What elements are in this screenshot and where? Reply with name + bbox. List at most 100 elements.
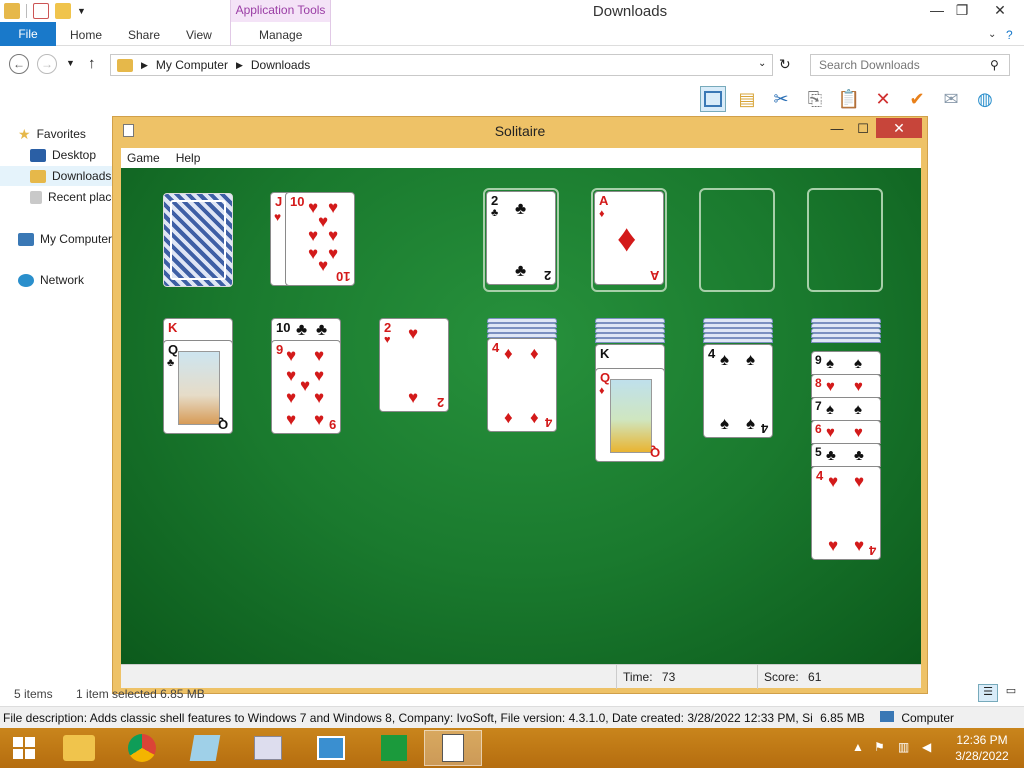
network-tray-icon[interactable]: ▥: [898, 740, 909, 754]
card-pip: ♥: [308, 198, 319, 217]
ribbon-expand-icon[interactable]: ⌄: [988, 22, 996, 46]
taskbar-store[interactable]: [365, 730, 423, 766]
card-pip: ♥: [854, 424, 863, 441]
card-suit: ♦: [599, 385, 605, 397]
tab-file[interactable]: File: [0, 22, 56, 46]
taskbar-chrome[interactable]: [113, 730, 171, 766]
taskbar-file-explorer[interactable]: [50, 730, 108, 766]
tableau-7-eight-hearts: 8 ♥ ♥: [811, 374, 881, 398]
remote-desktop-icon: [317, 736, 345, 760]
tab-home[interactable]: Home: [70, 22, 102, 46]
navigation-pane-icon[interactable]: [700, 86, 726, 112]
help-icon[interactable]: ?: [1006, 22, 1013, 46]
volume-icon[interactable]: ◀: [922, 740, 931, 754]
maximize-button[interactable]: ❐: [947, 0, 977, 22]
clock[interactable]: 12:36 PM 3/28/2022: [950, 732, 1014, 764]
tableau-7-four-hearts[interactable]: 4 ♥ ♥ ♥ ♥ 4: [811, 466, 881, 560]
properties-icon[interactable]: [33, 3, 49, 19]
waste-card-ten-hearts[interactable]: 10 ♥ ♥ ♥ ♥ ♥ ♥ ♥ ♥ 10: [285, 192, 355, 286]
taskbar-resource-monitor[interactable]: [239, 730, 297, 766]
address-dropdown-icon[interactable]: ⌄: [758, 58, 766, 69]
solitaire-maximize-button[interactable]: ☐: [849, 119, 877, 139]
recent-places-icon: [30, 190, 42, 204]
refresh-icon[interactable]: ↻: [779, 56, 791, 73]
tableau-3-two-hearts[interactable]: 2 ♥ ♥ ♥ 2: [379, 318, 449, 412]
network-icon: [18, 273, 34, 287]
up-button[interactable]: ↑: [88, 55, 96, 72]
back-button[interactable]: ←: [9, 54, 29, 74]
nav-downloads[interactable]: Downloads: [0, 166, 112, 186]
nav-network[interactable]: Network: [18, 270, 112, 290]
paste-icon[interactable]: 📋: [836, 86, 862, 112]
foundation-3[interactable]: [699, 188, 775, 292]
action-center-icon[interactable]: ⚑: [874, 740, 885, 754]
nav-my-computer[interactable]: My Computer: [18, 229, 112, 249]
qat-dropdown-icon[interactable]: ▼: [77, 6, 86, 16]
details-view-icon[interactable]: ☰: [978, 684, 998, 702]
email-icon[interactable]: ✉: [938, 86, 964, 112]
card-pip: ♠: [746, 350, 756, 369]
breadcrumb-my-computer[interactable]: My Computer: [156, 58, 228, 72]
game-felt[interactable]: J ♥ 10 ♥ ♥ ♥ ♥ ♥ ♥ ♥ ♥ 10 2 ♣ ♣ ♣ 2 A ♦: [121, 168, 921, 664]
tab-manage[interactable]: Manage: [259, 22, 302, 46]
card-pip: ♥: [308, 226, 319, 245]
file-explorer-icon: [63, 735, 95, 761]
share-globe-icon[interactable]: ◍: [972, 86, 998, 112]
card-rank: 4: [544, 415, 552, 430]
solitaire-menubar: Game Help: [121, 148, 921, 168]
tableau-5-queen-diamonds[interactable]: Q ♦ Q: [595, 368, 665, 462]
start-button[interactable]: [0, 730, 48, 766]
notepad-icon: [189, 735, 221, 761]
card-pip: ♦: [599, 208, 605, 220]
menu-help[interactable]: Help: [176, 148, 201, 168]
card-pip: ♥: [384, 334, 391, 346]
folder-options-icon[interactable]: ▤: [734, 86, 760, 112]
tray-overflow-icon[interactable]: ▲: [852, 740, 864, 754]
address-bar[interactable]: ▶ My Computer ▶ Downloads: [110, 54, 773, 76]
card-pip: ♠: [826, 401, 834, 418]
card-pip: ♥: [318, 256, 329, 275]
time-label: Time:: [623, 670, 653, 684]
properties-check-icon[interactable]: ✔: [904, 86, 930, 112]
large-icons-view-icon[interactable]: ▭: [1002, 684, 1020, 702]
delete-icon[interactable]: ✕: [870, 86, 896, 112]
card-pip: ♠: [720, 414, 730, 433]
solitaire-icon: [442, 734, 464, 762]
card-rank: 4: [492, 340, 500, 355]
taskbar-solitaire[interactable]: [424, 730, 482, 766]
menu-game[interactable]: Game: [127, 148, 160, 168]
tableau-1-queen-clubs[interactable]: Q ♣ Q: [163, 340, 233, 434]
solitaire-minimize-button[interactable]: —: [823, 119, 851, 139]
copy-icon[interactable]: ⎘: [802, 86, 828, 112]
tableau-6-four-spades[interactable]: 4 ♠ ♠ ♠ ♠ 4: [703, 344, 773, 438]
tableau-4-four-diamonds[interactable]: 4 ♦ ♦ ♦ ♦ 4: [487, 338, 557, 432]
time-display: Time: 73: [616, 665, 758, 689]
taskbar-remote-desktop[interactable]: [302, 730, 360, 766]
tab-view[interactable]: View: [186, 22, 212, 46]
tableau-2-nine-hearts[interactable]: 9 ♥ ♥ ♥ ♥ ♥ ♥ ♥ ♥ ♥ 9: [271, 340, 341, 434]
card-pip: ♥: [854, 378, 863, 395]
solitaire-close-button[interactable]: ✕: [876, 118, 922, 138]
stock-pile[interactable]: [163, 193, 233, 287]
foundation-card-two-clubs[interactable]: 2 ♣ ♣ ♣ 2: [486, 191, 556, 285]
forward-button[interactable]: →: [37, 54, 57, 74]
nav-recent-places[interactable]: Recent places: [30, 187, 124, 207]
card-rank: 4: [708, 346, 716, 361]
qat-separator: [26, 4, 27, 18]
new-folder-icon[interactable]: [55, 3, 71, 19]
taskbar-notepad[interactable]: [176, 730, 234, 766]
cut-icon[interactable]: ✂: [768, 86, 794, 112]
search-input[interactable]: Search Downloads: [810, 54, 1010, 76]
computer-icon: [880, 711, 894, 722]
foundation-4[interactable]: [807, 188, 883, 292]
breadcrumb-downloads[interactable]: Downloads: [251, 58, 310, 72]
ribbon-tabs: File Home Share View Manage ⌄ ?: [0, 0, 1024, 46]
nav-desktop[interactable]: Desktop: [30, 145, 124, 165]
close-button[interactable]: ✕: [985, 0, 1015, 22]
card-pip: ♣: [854, 447, 864, 464]
recent-locations-dropdown[interactable]: ▼: [66, 58, 75, 68]
tab-share[interactable]: Share: [128, 22, 160, 46]
location-label: Computer: [901, 711, 955, 725]
foundation-card-ace-diamonds[interactable]: A ♦ ♦ A: [594, 191, 664, 285]
nav-favorites[interactable]: ★ Favorites: [18, 124, 112, 144]
